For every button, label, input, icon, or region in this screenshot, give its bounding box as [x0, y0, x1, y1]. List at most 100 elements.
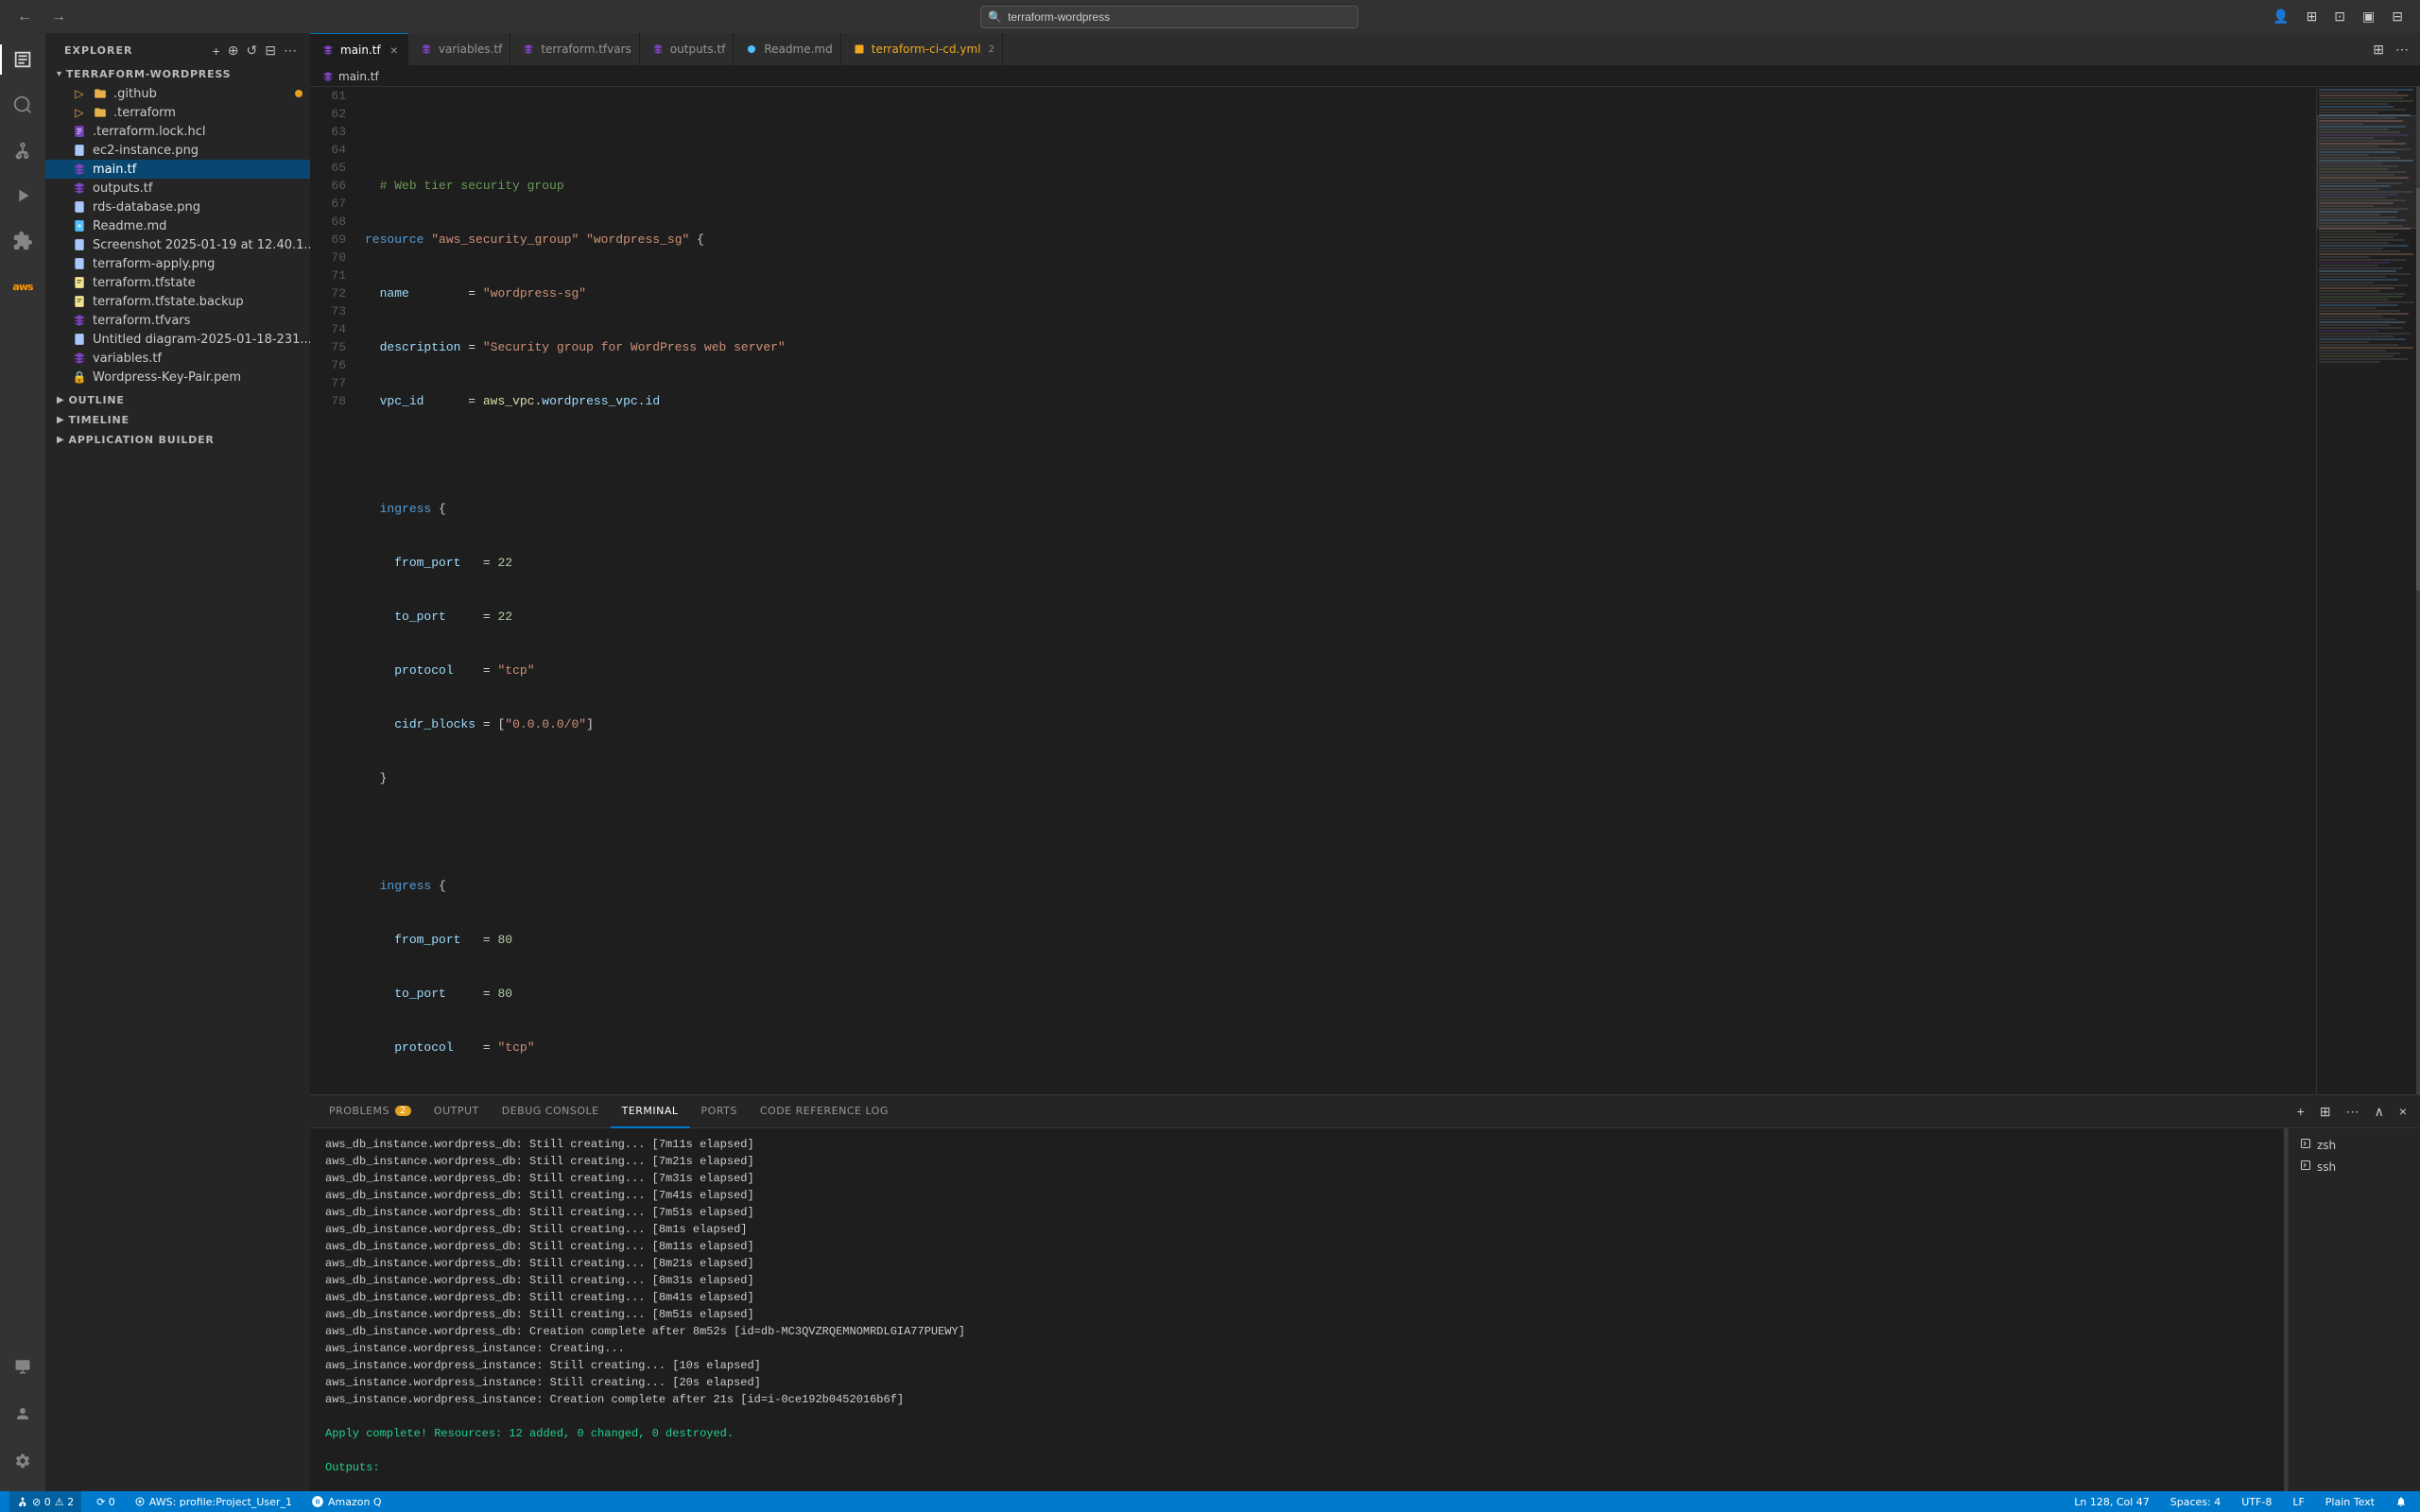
tab-ci-cd-yml[interactable]: terraform-ci-cd.yml 2	[841, 33, 1003, 66]
status-notifications[interactable]	[2392, 1491, 2411, 1512]
status-errors-count: ⊘ 0	[32, 1496, 51, 1508]
titlebar: ← → 🔍 👤 ⊞ ⊡ ▣ ⊟	[0, 0, 2420, 33]
back-button[interactable]: ←	[11, 7, 38, 27]
panel-tab-output[interactable]: OUTPUT	[423, 1095, 491, 1128]
tab-main-tf-icon	[321, 43, 335, 57]
sidebar-item-github[interactable]: ▷ .github	[45, 84, 310, 103]
code-editor[interactable]: 61 62 63 64 65 66 67 68 69 70 71 72 73 7…	[310, 87, 2316, 1094]
activity-bar-remote[interactable]	[0, 1344, 45, 1389]
sidebar-item-outputs-tf[interactable]: outputs.tf	[45, 179, 310, 198]
panel-tab-terminal-label: TERMINAL	[622, 1105, 679, 1117]
outline-chevron: ▶	[57, 395, 65, 405]
terminal-line-3: aws_db_instance.wordpress_db: Still crea…	[325, 1170, 2269, 1187]
code-line-67	[365, 446, 2316, 464]
panel-tab-output-label: OUTPUT	[434, 1105, 479, 1117]
status-language[interactable]: Plain Text	[2322, 1491, 2378, 1512]
panel-tab-debug-console[interactable]: DEBUG CONSOLE	[491, 1095, 611, 1128]
account-icon-button[interactable]: 👤	[2267, 7, 2294, 26]
sidebar-item-screenshot[interactable]: Screenshot 2025-01-19 at 12.40.1...	[45, 235, 310, 254]
status-aws-profile[interactable]: AWS: profile:Project_User_1	[130, 1491, 296, 1512]
terminal-main[interactable]: aws_db_instance.wordpress_db: Still crea…	[310, 1128, 2284, 1491]
status-encoding[interactable]: UTF-8	[2238, 1491, 2275, 1512]
explorer-tree: ▾ TERRAFORM-WORDPRESS ▷ .github ▷	[45, 64, 310, 1491]
refresh-button[interactable]: ↺	[245, 41, 260, 60]
new-folder-button[interactable]: ⊕	[226, 41, 241, 60]
panel-tab-code-ref[interactable]: CODE REFERENCE LOG	[749, 1095, 900, 1128]
sidebar-item-ec2-png[interactable]: ec2-instance.png	[45, 141, 310, 160]
activity-bar-aws[interactable]: aws	[0, 264, 45, 309]
sidebar-item-terraform-folder[interactable]: ▷ .terraform	[45, 103, 310, 122]
app-builder-section[interactable]: ▶ APPLICATION BUILDER	[45, 430, 310, 450]
notifications-icon	[2395, 1496, 2407, 1507]
activity-bar-account[interactable]	[0, 1391, 45, 1436]
more-panel-button[interactable]: ⋯	[2341, 1102, 2365, 1122]
status-line-ending[interactable]: LF	[2289, 1491, 2308, 1512]
layout2-button[interactable]: ⊡	[2328, 7, 2351, 26]
search-input[interactable]	[980, 6, 1358, 28]
panel-tabs: PROBLEMS 2 OUTPUT DEBUG CONSOLE TERMINAL…	[310, 1095, 2420, 1128]
sidebar-item-variables-tf[interactable]: variables.tf	[45, 349, 310, 368]
sidebar-item-outputs-tf-label: outputs.tf	[93, 181, 152, 196]
tab-readme-md[interactable]: Readme.md	[734, 33, 840, 66]
status-language-label: Plain Text	[2325, 1496, 2375, 1508]
sidebar-item-pem[interactable]: 🔒 Wordpress-Key-Pair.pem	[45, 368, 310, 387]
sidebar-item-tfvars[interactable]: terraform.tfvars	[45, 311, 310, 330]
layout1-button[interactable]: ⊞	[2301, 7, 2324, 26]
split-editor-button[interactable]: ⊞	[2369, 40, 2388, 60]
status-sync[interactable]: ⟳ 0	[93, 1491, 119, 1512]
sidebar-item-main-tf[interactable]: main.tf	[45, 160, 310, 179]
more-actions-button[interactable]: ⋯	[282, 41, 299, 60]
activity-bar-source-control[interactable]	[0, 128, 45, 173]
forward-button[interactable]: →	[45, 7, 72, 27]
terminal-split-button[interactable]: ⊞	[2314, 1102, 2337, 1122]
close-panel-button[interactable]: ×	[2394, 1102, 2412, 1121]
tree-root: ▾ TERRAFORM-WORDPRESS ▷ .github ▷	[45, 64, 310, 450]
main-container: aws EXPLORER + ⊕ ↺ ⊟ ⋯	[0, 33, 2420, 1491]
tab-main-tf[interactable]: main.tf ×	[310, 33, 408, 66]
sidebar-item-diagram[interactable]: Untitled diagram-2025-01-18-231...	[45, 330, 310, 349]
code-line-68: ingress {	[365, 500, 2316, 518]
panel-tab-ports[interactable]: PORTS	[690, 1095, 749, 1128]
terminal-ssh-icon	[2300, 1160, 2311, 1174]
activity-bar-explorer[interactable]	[0, 37, 45, 82]
editor-area: main.tf × variables.tf terraform.tfvars	[310, 33, 2420, 1491]
search-icon	[12, 94, 33, 115]
add-terminal-button[interactable]: +	[2291, 1102, 2310, 1121]
activity-bar-settings[interactable]	[0, 1438, 45, 1484]
outline-section[interactable]: ▶ OUTLINE	[45, 390, 310, 410]
new-file-button[interactable]: +	[211, 41, 222, 60]
sidebar-item-lock-hcl[interactable]: .terraform.lock.hcl	[45, 122, 310, 141]
tab-tfvars[interactable]: terraform.tfvars	[510, 33, 639, 66]
terminal-sidebar: zsh ssh	[2288, 1128, 2420, 1491]
layout3-button[interactable]: ▣	[2357, 7, 2380, 26]
status-position[interactable]: Ln 128, Col 47	[2070, 1491, 2153, 1512]
sidebar-item-rds-png[interactable]: rds-database.png	[45, 198, 310, 216]
terminal-item-ssh[interactable]: ssh	[2289, 1156, 2420, 1177]
tab-outputs-tf[interactable]: outputs.tf	[640, 33, 735, 66]
layout4-button[interactable]: ⊟	[2386, 7, 2409, 26]
panel-tab-terminal[interactable]: TERMINAL	[611, 1095, 690, 1128]
terminal-item-zsh[interactable]: zsh	[2289, 1134, 2420, 1156]
status-amazon-q[interactable]: Amazon Q	[307, 1491, 386, 1512]
status-spaces[interactable]: Spaces: 4	[2167, 1491, 2224, 1512]
activity-bar-run-debug[interactable]	[0, 173, 45, 218]
status-git-branch[interactable]: ⊘ 0 ⚠ 2	[9, 1491, 81, 1512]
maximize-panel-button[interactable]: ∧	[2369, 1102, 2390, 1122]
panel-tab-problems[interactable]: PROBLEMS 2	[318, 1095, 423, 1128]
timeline-section[interactable]: ▶ TIMELINE	[45, 410, 310, 430]
activity-bar-search[interactable]	[0, 82, 45, 128]
tab-main-tf-close[interactable]: ×	[389, 43, 400, 57]
status-sync-label: ⟳ 0	[96, 1496, 115, 1508]
sidebar-item-tfstate-backup[interactable]: terraform.tfstate.backup	[45, 292, 310, 311]
more-tabs-button[interactable]: ⋯	[2392, 40, 2412, 60]
project-root[interactable]: ▾ TERRAFORM-WORDPRESS	[45, 64, 310, 84]
sidebar-header: EXPLORER + ⊕ ↺ ⊟ ⋯	[45, 33, 310, 64]
collapse-all-button[interactable]: ⊟	[263, 41, 278, 60]
sidebar-item-readme-md[interactable]: Readme.md	[45, 216, 310, 235]
activity-bar-extensions[interactable]	[0, 218, 45, 264]
sidebar-item-screenshot-label: Screenshot 2025-01-19 at 12.40.1...	[93, 238, 310, 252]
tab-variables-tf[interactable]: variables.tf	[408, 33, 510, 66]
code-line-65: description = "Security group for WordPr…	[365, 338, 2316, 356]
sidebar-item-terraform-apply-png[interactable]: terraform-apply.png	[45, 254, 310, 273]
sidebar-item-tfstate[interactable]: terraform.tfstate	[45, 273, 310, 292]
